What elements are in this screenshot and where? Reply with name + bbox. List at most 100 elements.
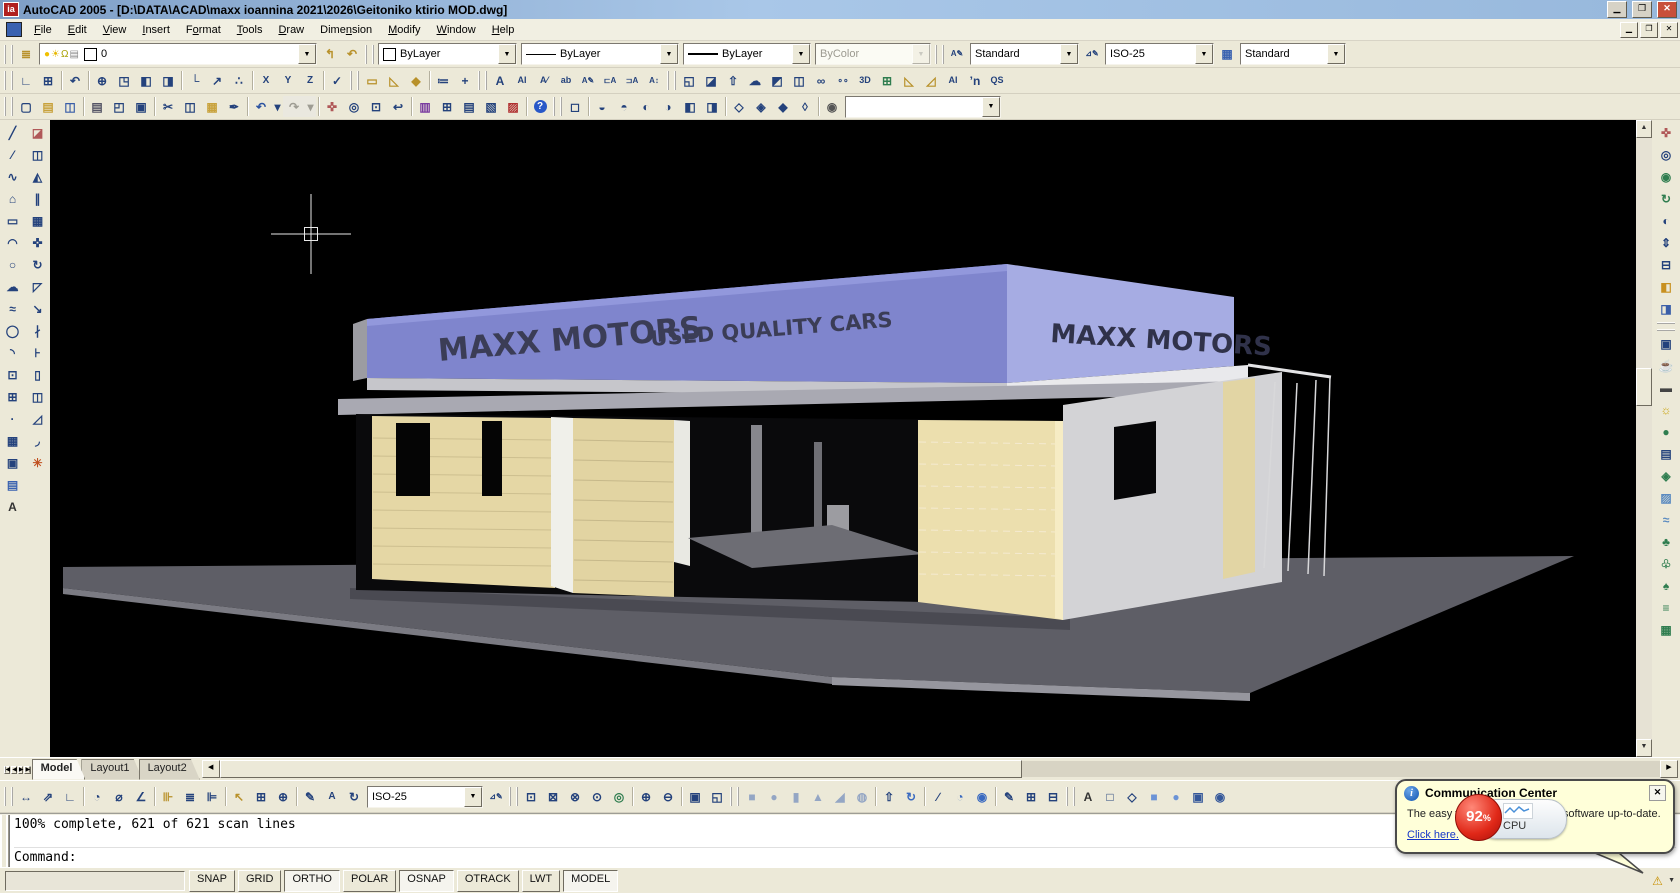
back-clip-on-icon[interactable]: ◨	[1655, 298, 1677, 320]
text-style-combo-arrow-icon[interactable]: ▼	[1060, 44, 1078, 64]
ucs-icon[interactable]: ∟	[15, 70, 37, 91]
redo-icon[interactable]: ↷	[283, 96, 305, 117]
zoom-center-icon[interactable]: ⊙	[586, 786, 608, 807]
background-icon[interactable]: ▨	[1655, 487, 1677, 509]
menu-window[interactable]: Window	[429, 21, 484, 39]
doc-minimize-button[interactable]: ▁	[1620, 22, 1638, 38]
menu-dimension[interactable]: Dimension	[312, 21, 380, 39]
trim-icon[interactable]: ∤	[27, 320, 49, 342]
table-style-manager-icon[interactable]: ▦	[1216, 44, 1238, 65]
pan-realtime-icon[interactable]: ✜	[321, 96, 343, 117]
line-icon[interactable]: ╱	[2, 122, 24, 144]
materials-icon[interactable]: ●	[1655, 421, 1677, 443]
radius-dimension-icon[interactable]: ◔	[86, 786, 108, 807]
3d-zoom-icon[interactable]: ◎	[1655, 144, 1677, 166]
close-button[interactable]: ✕	[1657, 1, 1677, 18]
zoom-all-icon[interactable]: ▣	[684, 786, 706, 807]
toggle-polar[interactable]: POLAR	[343, 870, 396, 892]
landscape-new-icon[interactable]: ♣	[1655, 531, 1677, 553]
statistics-icon[interactable]: ▦	[1655, 619, 1677, 641]
slice-icon[interactable]: ∕	[927, 786, 949, 807]
color-combo-arrow-icon[interactable]: ▼	[498, 44, 516, 64]
section-plane-icon[interactable]: ◔	[949, 786, 971, 807]
lights-icon[interactable]: ☼	[1655, 399, 1677, 421]
mass-properties-icon[interactable]: ◆	[405, 70, 427, 91]
prev-tab-button[interactable]: ◀	[11, 766, 17, 774]
dim-style-combo-2-arrow-icon[interactable]: ▼	[464, 787, 482, 807]
rotate-icon[interactable]: ↻	[27, 254, 49, 276]
move-icon[interactable]: ✜	[27, 232, 49, 254]
vertical-scroll-thumb[interactable]	[1636, 368, 1652, 406]
named-view-combo[interactable]: ▼	[845, 96, 1001, 118]
menu-view[interactable]: View	[95, 21, 135, 39]
torus-icon[interactable]: ◍	[851, 786, 873, 807]
array-icon[interactable]: ▦	[27, 210, 49, 232]
scroll-left-icon[interactable]: ◀	[202, 760, 220, 778]
layer-previous-icon[interactable]: ↶	[341, 44, 363, 65]
linear-dimension-icon[interactable]: ↔	[15, 786, 37, 807]
materials-library-icon[interactable]: ▤	[1655, 443, 1677, 465]
view-ucs-icon[interactable]: ◨	[157, 70, 179, 91]
make-block-icon[interactable]: ⊞	[2, 386, 24, 408]
ucs-x-icon[interactable]: X	[255, 70, 277, 91]
text-style-combo[interactable]: Standard ▼	[970, 43, 1079, 65]
polygon-icon[interactable]: ⌂	[2, 188, 24, 210]
layer-combo-arrow-icon[interactable]: ▼	[298, 44, 316, 64]
explode-icon[interactable]: ✳	[27, 452, 49, 474]
3d-orbit-icon[interactable]: ◉	[1655, 166, 1677, 188]
sw-isometric-icon[interactable]: ◇	[728, 96, 750, 117]
section-icon[interactable]: ∘∘	[832, 70, 854, 91]
open-icon[interactable]: ▤	[37, 96, 59, 117]
offset-icon[interactable]: ∥	[27, 188, 49, 210]
revolve-icon[interactable]: ↻	[900, 786, 922, 807]
menu-edit[interactable]: Edit	[60, 21, 95, 39]
apply-ucs-icon[interactable]: ✓	[326, 70, 348, 91]
object-ucs-icon[interactable]: ◳	[113, 70, 135, 91]
click-here-link[interactable]: Click here.	[1407, 829, 1459, 841]
zoom-object-icon[interactable]: ◎	[608, 786, 630, 807]
layer-properties-manager-icon[interactable]: ≣	[15, 44, 37, 65]
save-icon[interactable]: ◫	[59, 96, 81, 117]
left-view-icon[interactable]: ◐	[635, 96, 657, 117]
extend-icon[interactable]: ⊦	[27, 342, 49, 364]
nw-isometric-icon[interactable]: ◊	[794, 96, 816, 117]
markup-set-manager-icon[interactable]: ▨	[502, 96, 524, 117]
3d-wireframe-icon[interactable]: □	[1099, 786, 1121, 807]
setup-view-icon[interactable]: ⊞	[1020, 786, 1042, 807]
menu-modify[interactable]: Modify	[380, 21, 428, 39]
continue-dimension-icon[interactable]: ⊫	[201, 786, 223, 807]
help-icon[interactable]: ?	[529, 96, 551, 117]
sheetset-manager-icon[interactable]: ▧	[480, 96, 502, 117]
se-isometric-icon[interactable]: ◈	[750, 96, 772, 117]
setup-profile-icon[interactable]: ⊟	[1042, 786, 1064, 807]
doc-close-button[interactable]: ✕	[1660, 22, 1678, 38]
baseline-dimension-icon[interactable]: ≣	[179, 786, 201, 807]
construction-line-icon[interactable]: ⁄	[2, 144, 24, 166]
scale-text-icon[interactable]: ⊏A	[599, 70, 621, 91]
communication-center-tray-icon[interactable]: ⚠	[1649, 873, 1666, 889]
insert-block-icon[interactable]: ⊡	[2, 364, 24, 386]
paste-icon[interactable]: ▦	[201, 96, 223, 117]
distance-icon[interactable]: ▭	[361, 70, 383, 91]
face-ucs-icon[interactable]: ◧	[135, 70, 157, 91]
copy-object-icon[interactable]: ◫	[27, 144, 49, 166]
minimize-button[interactable]: ▁	[1607, 1, 1627, 18]
angular-dimension-icon[interactable]: ∠	[130, 786, 152, 807]
gouraud-shaded-edges-on-icon[interactable]: ◉	[1209, 786, 1231, 807]
justify-text-icon[interactable]: ⊐A	[621, 70, 643, 91]
sphere-icon[interactable]: ●	[763, 786, 785, 807]
undo-list-arrow-icon[interactable]: ▾	[272, 96, 283, 117]
ucs-previous-icon[interactable]: ↶	[64, 70, 86, 91]
erase-icon[interactable]: ◪	[27, 122, 49, 144]
publish-icon[interactable]: ▣	[130, 96, 152, 117]
ne-isometric-icon[interactable]: ◆	[772, 96, 794, 117]
arc-icon[interactable]: ◠	[2, 232, 24, 254]
dimension-edit-icon[interactable]: ✎	[299, 786, 321, 807]
ellipse-arc-icon[interactable]: ◝	[2, 342, 24, 364]
zoom-extents-icon[interactable]: ◱	[706, 786, 728, 807]
right-view-icon[interactable]: ◑	[657, 96, 679, 117]
designcenter-icon[interactable]: ⊞	[436, 96, 458, 117]
linetype-combo-arrow-icon[interactable]: ▼	[660, 44, 678, 64]
gouraud-shaded-icon[interactable]: ●	[1165, 786, 1187, 807]
scroll-up-icon[interactable]: ▲	[1636, 120, 1652, 138]
